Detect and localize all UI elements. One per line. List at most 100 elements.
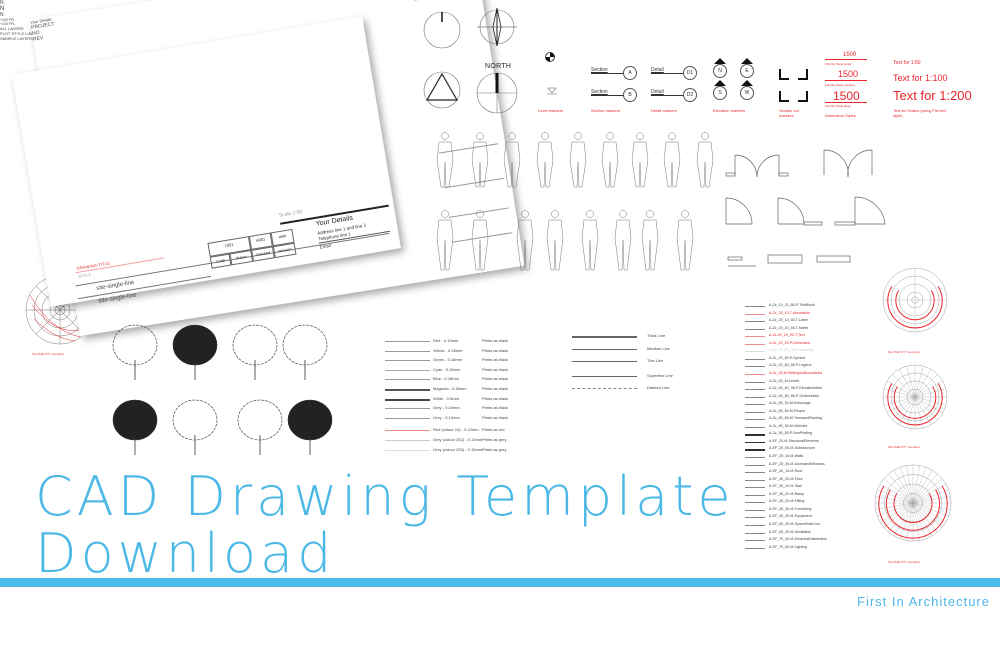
layer-name: A-EF_35_10-M-Stair bbox=[769, 484, 802, 489]
layer-line-sample bbox=[745, 441, 765, 444]
layer-name: A-Zz_60_80_38-P-ElevationMark bbox=[769, 386, 823, 391]
dimension-style-large: FIA Dim Style large bbox=[825, 104, 851, 108]
plot-style-name: White - 0.5mm bbox=[433, 395, 460, 401]
layer-name: A-EF_70_80-M-Lighting bbox=[769, 544, 808, 549]
layer-line-sample bbox=[745, 381, 765, 383]
cell-checked: checked bbox=[251, 246, 275, 262]
layer-name: A-Zz_20_10_40-T-Label bbox=[769, 318, 808, 323]
layer-line-sample bbox=[745, 494, 765, 496]
layer-name: A-Zz_60_M-Levels bbox=[769, 378, 800, 383]
layer-line-sample bbox=[745, 411, 765, 413]
tree-icon bbox=[172, 324, 218, 380]
headline-line-2: Download bbox=[35, 522, 336, 585]
layer-name: A-Zz_20_80_58-P-Legend bbox=[769, 363, 812, 368]
plot-style-name: Grey - 0.10mm bbox=[433, 405, 460, 411]
level-marker-icon bbox=[545, 52, 555, 62]
tree-icon bbox=[112, 399, 158, 455]
plot-style-name: Cyan - 0.25mm bbox=[433, 366, 461, 372]
tree-icon bbox=[172, 399, 218, 455]
layer-name: A-Zz_90_80-P-NonPlotting bbox=[769, 431, 812, 436]
layer-line-sample bbox=[745, 532, 765, 534]
lineweight-sample bbox=[385, 398, 430, 401]
layer-line-sample bbox=[745, 547, 765, 549]
scale-bar-label: Scale 1:50 bbox=[278, 209, 303, 219]
lineweight-sample bbox=[385, 379, 430, 381]
section-marker-b: B bbox=[623, 88, 637, 102]
scale-label: SCALE bbox=[77, 271, 92, 279]
text-scale-1-50: Text for 1:50 bbox=[893, 60, 921, 66]
layer-line-sample bbox=[745, 434, 765, 436]
plot-style-name: Grey - 0.13mm bbox=[433, 414, 460, 420]
section-markers-caption: Section markers bbox=[591, 108, 620, 113]
elevation-markers-caption: Elevation markers bbox=[713, 108, 746, 113]
layer-line-sample bbox=[745, 366, 765, 368]
level-markers-caption: Level markers bbox=[538, 108, 564, 113]
person-silhouette bbox=[471, 132, 489, 188]
plot-style-name: Green - 0.18mm bbox=[433, 357, 463, 363]
cell-drawn: drawn bbox=[229, 249, 254, 266]
layer-line-sample bbox=[745, 524, 765, 526]
plot-style-prints: Prints as grey bbox=[482, 446, 507, 452]
tree-elevations bbox=[112, 324, 333, 455]
tree-icon bbox=[237, 399, 283, 455]
dimension-styles-caption: Dimension Styles bbox=[825, 113, 856, 118]
sample-layer-name: Thin Line bbox=[647, 358, 664, 363]
layer-line-sample bbox=[572, 361, 637, 362]
layer-line-sample bbox=[572, 336, 637, 338]
email-line: Email bbox=[319, 242, 332, 250]
tree-icon bbox=[282, 324, 328, 380]
layer-name: A-EF_60_40-M-SpaceHeatCool bbox=[769, 521, 820, 526]
layer-line-sample bbox=[745, 517, 765, 519]
plot-style-name: Blue - 0.18mm bbox=[433, 376, 460, 382]
dimension-style-small: FIA Dim Style small bbox=[825, 62, 852, 66]
layer-line-sample bbox=[745, 336, 765, 338]
sun-path-caption-1: Sun Path STY (London) bbox=[888, 350, 920, 354]
plot-style-name: Grey (colour 253) - 0.15mm bbox=[433, 446, 483, 452]
plot-style-prints: Prints as grey bbox=[482, 437, 507, 442]
cell-revision: revision bbox=[272, 242, 297, 259]
layer-name: A-EF_20_05-M-Substructure bbox=[769, 446, 815, 451]
plot-style-prints: Prints as black bbox=[482, 366, 509, 372]
layer-line-sample bbox=[745, 404, 765, 406]
layer-line-sample bbox=[572, 388, 637, 389]
person-silhouette bbox=[569, 132, 587, 188]
layer-line-sample bbox=[745, 313, 765, 315]
layer-name: A-Zz_80_65-M-TreesandPlanting bbox=[769, 416, 823, 421]
layer-name: A-Zz_60_80_88-P-SectionMark bbox=[769, 393, 820, 398]
level-triangle-icon bbox=[547, 87, 557, 95]
plot-style-prints: Prints as black bbox=[482, 357, 509, 363]
section-cut-caption: Section cut markers bbox=[779, 108, 799, 118]
layer-line-sample bbox=[745, 502, 765, 504]
layer-name: A-EF_25_10-M-Walls bbox=[769, 454, 804, 458]
layer-line-sample bbox=[745, 358, 765, 360]
person-silhouette bbox=[696, 132, 714, 188]
person-silhouette bbox=[546, 210, 564, 271]
lineweight-sample bbox=[385, 449, 430, 451]
plot-style-prints: Prints as black bbox=[482, 347, 509, 353]
text-scales-caption: Text for Scales (using FIA text style) bbox=[893, 108, 946, 118]
layer-line-sample bbox=[572, 375, 637, 377]
layer-line-sample bbox=[745, 457, 765, 458]
headline-line-1: CAD Drawing Template bbox=[35, 465, 735, 528]
person-silhouette bbox=[503, 132, 521, 188]
plot-style-prints: Prints as red bbox=[482, 427, 505, 433]
accent-band bbox=[0, 578, 1000, 587]
sun-path-chart-2 bbox=[882, 364, 948, 430]
person-silhouette bbox=[601, 132, 619, 188]
elevation-arrows bbox=[714, 58, 753, 86]
layer-name: A-EF_35_20-M-Ramp bbox=[769, 491, 805, 496]
layer-name: A-EF_25_30-M-DoorsandWindows bbox=[769, 461, 825, 466]
detail-markers-caption: Detail markers bbox=[651, 108, 677, 113]
lineweight-sample bbox=[385, 430, 430, 432]
sun-path-chart-1 bbox=[882, 267, 948, 333]
layer-name: A-EF_65_40-M-Ventilation bbox=[769, 529, 812, 534]
sample-layer-name: Medium Line bbox=[647, 345, 670, 351]
layer-line-sample bbox=[745, 373, 765, 375]
brand-name[interactable]: First In Architecture bbox=[857, 594, 990, 609]
person-silhouette bbox=[631, 132, 649, 188]
layer-line-sample bbox=[745, 509, 765, 511]
layer-line-sample bbox=[745, 472, 765, 474]
north-arrow-triangle bbox=[423, 71, 461, 109]
lineweight-sample bbox=[385, 389, 430, 391]
layer-line-sample bbox=[745, 328, 765, 330]
